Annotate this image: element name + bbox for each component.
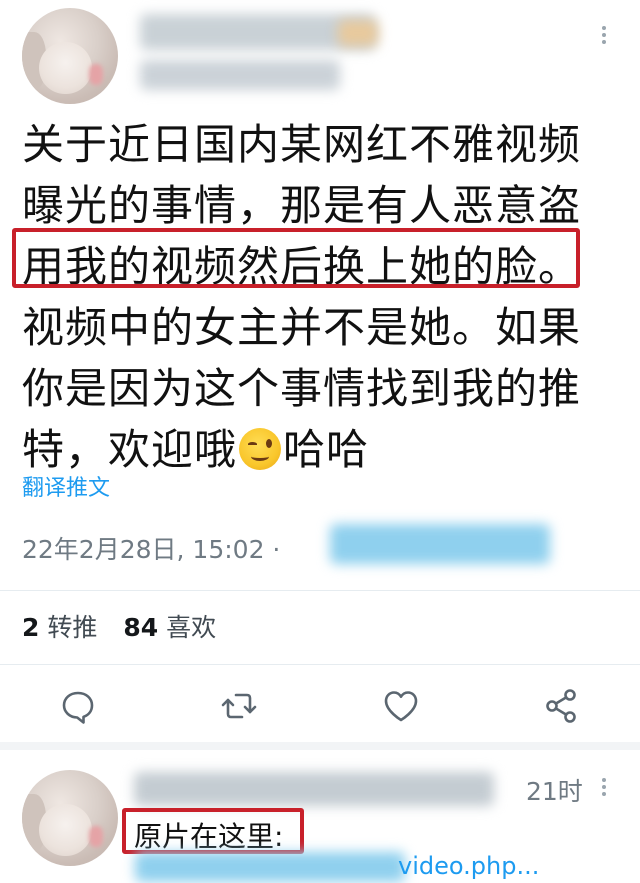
tweet-line-4: 视频中的女主并不是她。如果 — [22, 303, 582, 352]
tweet-line-2: 曝光的事情，那是有人恶意盗 — [22, 181, 582, 230]
divider-1 — [0, 590, 640, 591]
tweet-timestamp[interactable]: 22年2月28日, 15:02 · — [22, 530, 280, 566]
avatar-accent — [89, 63, 103, 85]
reply-avatar-accent — [89, 825, 103, 847]
retweets-label[interactable]: 转推 — [47, 613, 97, 642]
more-options-icon[interactable] — [597, 22, 611, 48]
section-divider — [0, 742, 640, 750]
reply-avatar-face — [39, 803, 93, 857]
translate-tweet-link[interactable]: 翻译推文 — [22, 470, 110, 502]
like-icon[interactable] — [381, 686, 421, 726]
share-icon[interactable] — [541, 686, 581, 726]
tweet-text: 关于近日国内某网红不雅视频 曝光的事情，那是有人恶意盗 用我的视频然后换上她的脸… — [22, 114, 622, 480]
tweet-line-1: 关于近日国内某网红不雅视频 — [22, 120, 582, 169]
retweets-count[interactable]: 2 — [22, 613, 39, 642]
tweet-line-3: 用我的视频然后换上她的脸。 — [22, 242, 582, 291]
reply-author-avatar[interactable] — [22, 770, 118, 866]
reply-more-options-icon[interactable] — [597, 774, 611, 800]
reply-author-name-redacted — [134, 772, 494, 806]
tweet-line-6-suffix: 哈哈 — [283, 425, 370, 474]
avatar-face — [39, 41, 93, 95]
reply-timestamp: 21时 — [526, 777, 583, 806]
retweet-icon[interactable] — [219, 686, 259, 726]
author-name-redacted-accent — [338, 20, 378, 46]
tweet-line-6-text: 特，欢迎哦 — [22, 425, 238, 474]
likes-count[interactable]: 84 — [123, 613, 158, 642]
source-redacted — [330, 524, 550, 564]
likes-label[interactable]: 喜欢 — [166, 613, 216, 642]
reply-link[interactable]: video.php... — [398, 852, 539, 880]
reply-icon[interactable] — [58, 686, 98, 726]
author-avatar[interactable] — [22, 8, 118, 104]
tweet-line-6: 特，欢迎哦 哈哈 — [22, 419, 622, 480]
reply-link-redacted — [135, 852, 405, 882]
tweet-stats: 2 转推 84 喜欢 — [22, 608, 234, 644]
tweet-line-5: 你是因为这个事情找到我的推 — [22, 364, 582, 413]
winking-face-icon — [239, 428, 282, 470]
author-handle-redacted — [140, 60, 340, 90]
divider-2 — [0, 664, 640, 665]
reply-text: 原片在这里: — [134, 820, 284, 853]
